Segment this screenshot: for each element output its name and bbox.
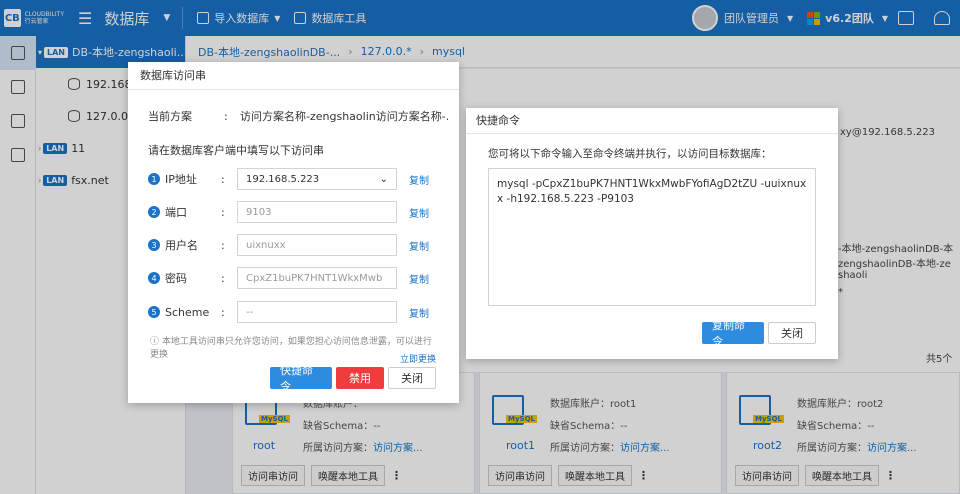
copy-username-button[interactable]: 复制: [409, 238, 429, 253]
plan-label: 当前方案: [148, 110, 192, 123]
dialog-title: 数据库访问串: [128, 62, 459, 90]
copy-ip-button[interactable]: 复制: [409, 172, 429, 187]
plan-value: 访问方案名称-zengshaolin访问方案名称-...: [240, 110, 450, 123]
command-textarea[interactable]: mysql -pCpxZ1buPK7HNT1WkxMwbFYofiAgD2tZU…: [488, 168, 816, 306]
instruction: 请在数据库客户端中填写以下访问串: [148, 144, 324, 157]
username-field[interactable]: uixnuxx: [237, 234, 397, 256]
field-row: 5 Scheme : -- 复制: [148, 301, 429, 323]
disable-button[interactable]: 禁用: [336, 367, 384, 389]
password-field[interactable]: CpxZ1buPK7HNT1WkxMwb: [237, 267, 397, 289]
close-button[interactable]: 关闭: [768, 322, 816, 344]
copy-scheme-button[interactable]: 复制: [409, 305, 429, 320]
field-row: 3 用户名 : uixnuxx 复制: [148, 234, 429, 256]
change-now-link[interactable]: 立即更换: [400, 352, 436, 365]
field-row: 1 IP地址 : 192.168.5.223 ⌄ 复制: [148, 168, 429, 190]
quick-command-dialog: 快捷命令 您可将以下命令输入至命令终端并执行，以访问目标数据库： mysql -…: [466, 108, 838, 359]
dialog-title: 快捷命令: [466, 108, 838, 134]
access-string-dialog: 数据库访问串 当前方案 : 访问方案名称-zengshaolin访问方案名称-.…: [128, 62, 459, 403]
scheme-field[interactable]: --: [237, 301, 397, 323]
copy-command-button[interactable]: 复制命令: [702, 319, 764, 348]
info-icon: ⓘ: [150, 337, 160, 347]
quick-command-button[interactable]: 快捷命令: [270, 364, 332, 393]
port-field[interactable]: 9103: [237, 201, 397, 223]
field-row: 2 端口 : 9103 复制: [148, 201, 429, 223]
copy-password-button[interactable]: 复制: [409, 271, 429, 286]
ip-select[interactable]: 192.168.5.223 ⌄: [237, 168, 397, 190]
chevron-down-icon: ⌄: [379, 173, 388, 185]
copy-port-button[interactable]: 复制: [409, 205, 429, 220]
notice-text: ⓘ 本地工具访问串只允许您访问，如果您担心访问信息泄露，可以进行更换: [150, 337, 432, 360]
instruction: 您可将以下命令输入至命令终端并执行，以访问目标数据库：: [488, 148, 772, 160]
field-row: 4 密码 : CpxZ1buPK7HNT1WkxMwb 复制: [148, 267, 429, 289]
close-button[interactable]: 关闭: [388, 367, 436, 389]
